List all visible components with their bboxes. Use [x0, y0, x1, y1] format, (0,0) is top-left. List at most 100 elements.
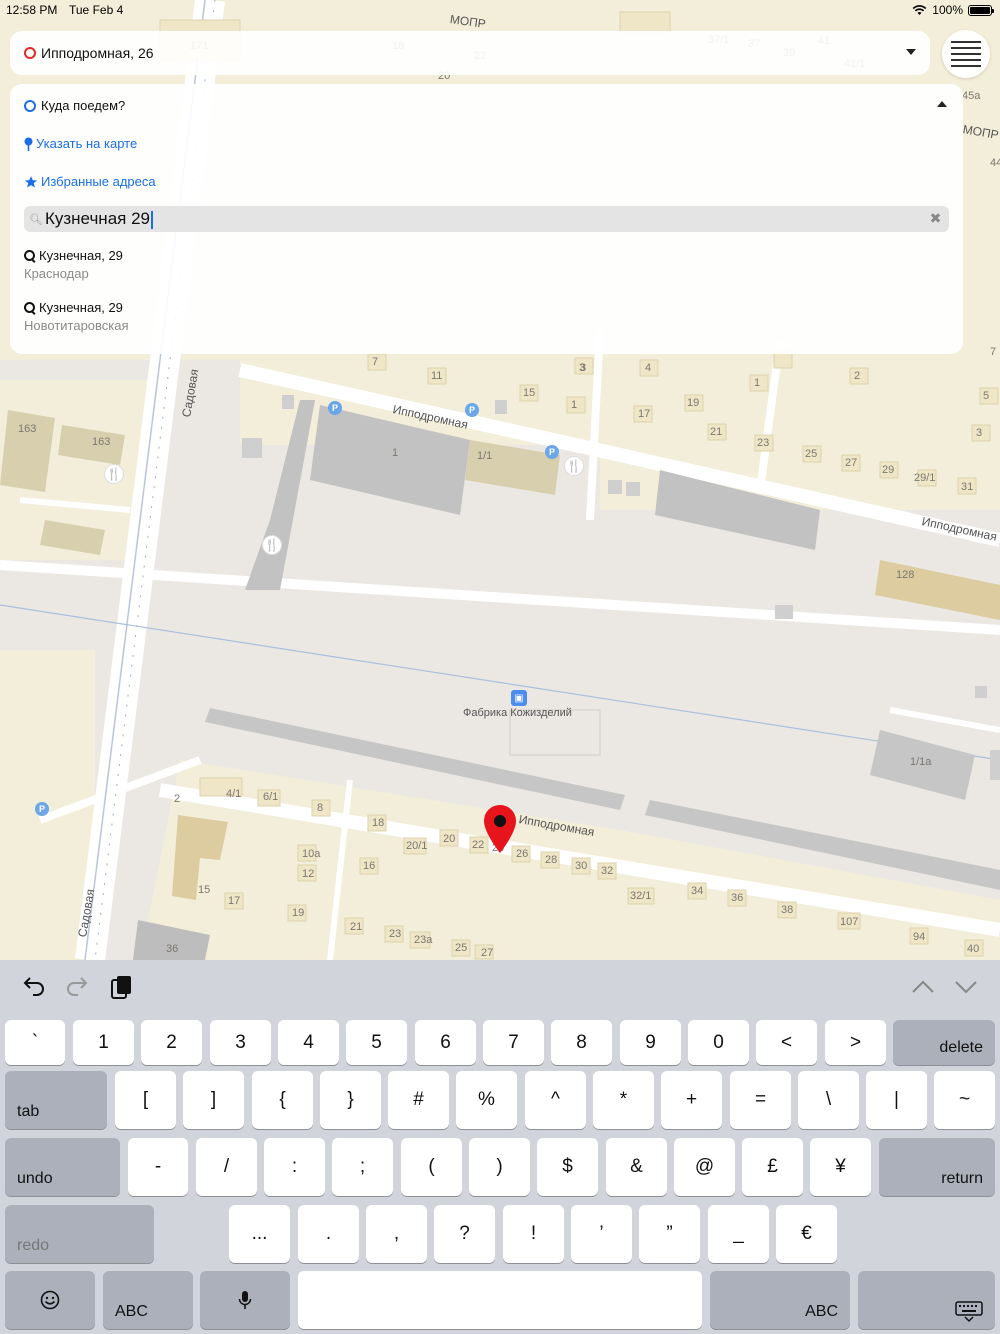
restaurant-icon[interactable]: 🍴: [104, 464, 124, 484]
key-4[interactable]: 4: [278, 1020, 339, 1065]
bus-stop-icon[interactable]: ▣: [511, 690, 527, 706]
key-percent[interactable]: %: [456, 1071, 517, 1129]
key-dollar[interactable]: $: [537, 1138, 598, 1196]
key-colon[interactable]: :: [264, 1138, 325, 1196]
key-period[interactable]: .: [298, 1205, 359, 1263]
key-7[interactable]: 7: [483, 1020, 544, 1065]
house-number-label: 36: [731, 892, 744, 904]
key-exclamation[interactable]: !: [503, 1205, 564, 1263]
house-number-label: 21: [710, 426, 723, 438]
key-open-paren[interactable]: (: [401, 1138, 462, 1196]
key-pound[interactable]: £: [742, 1138, 803, 1196]
key-underscore[interactable]: _: [708, 1205, 769, 1263]
parking-icon[interactable]: P: [35, 802, 49, 816]
house-number-label: 19: [687, 397, 700, 409]
search-field[interactable]: 🔍︎ Кузнечная 29 ✖: [24, 206, 949, 232]
parking-icon[interactable]: P: [328, 401, 342, 415]
house-number-label: 20/1: [406, 840, 428, 852]
key-asterisk[interactable]: *: [593, 1071, 654, 1129]
key-minus[interactable]: -: [128, 1138, 188, 1196]
key-euro[interactable]: €: [776, 1205, 837, 1263]
house-number-label: 7: [372, 356, 379, 368]
key-close-brace[interactable]: }: [320, 1071, 381, 1129]
pin-on-map-link[interactable]: Указать на карте: [24, 136, 137, 151]
clear-icon[interactable]: ✖: [928, 211, 943, 226]
chevron-up-icon[interactable]: [937, 101, 947, 107]
house-number-label: 2: [854, 370, 861, 382]
chevron-down-icon[interactable]: [906, 49, 916, 55]
key-open-brace[interactable]: {: [252, 1071, 313, 1129]
house-number-label: 20: [443, 833, 456, 845]
house-number-label: 15: [523, 387, 536, 399]
key-yen[interactable]: ¥: [810, 1138, 871, 1196]
search-result-item[interactable]: Кузнечная, 29 Новотитаровская: [24, 300, 129, 333]
redo-key[interactable]: redo: [5, 1205, 154, 1263]
key-pipe[interactable]: |: [866, 1071, 927, 1129]
key-question[interactable]: ?: [434, 1205, 495, 1263]
chevron-down-icon[interactable]: [955, 980, 977, 994]
space-key[interactable]: [298, 1271, 702, 1329]
key-0[interactable]: 0: [688, 1020, 749, 1065]
house-number-label: 29: [882, 464, 895, 476]
undo-key[interactable]: undo: [5, 1138, 120, 1196]
key-slash[interactable]: /: [196, 1138, 257, 1196]
menu-line: [951, 41, 981, 43]
key-tilde[interactable]: ~: [934, 1071, 995, 1129]
result-title: Кузнечная, 29: [39, 248, 123, 263]
key-3[interactable]: 3: [210, 1020, 271, 1065]
abc-key-right[interactable]: ABC: [710, 1271, 850, 1329]
parking-icon[interactable]: P: [545, 445, 559, 459]
return-key[interactable]: return: [879, 1138, 995, 1196]
key-apostrophe[interactable]: ’: [571, 1205, 632, 1263]
emoji-key[interactable]: [5, 1271, 95, 1329]
key-quote[interactable]: ”: [639, 1205, 700, 1263]
house-number-label: 19: [292, 907, 305, 919]
key-less-than[interactable]: <: [756, 1020, 817, 1065]
key-at[interactable]: @: [674, 1138, 735, 1196]
key-plus[interactable]: +: [661, 1071, 722, 1129]
key-1[interactable]: 1: [73, 1020, 134, 1065]
abc-key-left[interactable]: ABC: [103, 1271, 193, 1329]
key-greater-than[interactable]: >: [825, 1020, 886, 1065]
key-open-bracket[interactable]: [: [115, 1071, 176, 1129]
search-result-item[interactable]: Кузнечная, 29 Краснодар: [24, 248, 123, 281]
key-8[interactable]: 8: [551, 1020, 612, 1065]
house-number-label: 44: [990, 157, 1000, 169]
dictation-key[interactable]: [200, 1271, 290, 1329]
key-ellipsis[interactable]: ...: [229, 1205, 290, 1263]
tab-key[interactable]: tab: [5, 1071, 107, 1129]
paste-icon[interactable]: [110, 974, 132, 1000]
key-close-bracket[interactable]: ]: [183, 1071, 244, 1129]
delete-key[interactable]: delete: [893, 1020, 995, 1065]
key-backslash[interactable]: \: [798, 1071, 859, 1129]
house-number-label: 15: [198, 884, 211, 896]
key-semicolon[interactable]: ;: [332, 1138, 393, 1196]
key-close-paren[interactable]: ): [469, 1138, 530, 1196]
key-comma[interactable]: ,: [366, 1205, 427, 1263]
key-5[interactable]: 5: [346, 1020, 407, 1065]
key-backtick[interactable]: `: [5, 1020, 65, 1065]
origin-selector[interactable]: Ипподромная, 26: [10, 31, 930, 75]
key-9[interactable]: 9: [620, 1020, 681, 1065]
key-2[interactable]: 2: [141, 1020, 202, 1065]
chevron-up-icon[interactable]: [912, 980, 934, 994]
menu-button[interactable]: [942, 30, 990, 78]
parking-icon[interactable]: P: [465, 403, 479, 417]
key-equals[interactable]: =: [730, 1071, 791, 1129]
restaurant-icon[interactable]: 🍴: [564, 456, 584, 476]
key-ampersand[interactable]: &: [606, 1138, 667, 1196]
favorites-link[interactable]: Избранные адреса: [24, 174, 156, 189]
house-number-label: 38: [781, 904, 794, 916]
redo-icon[interactable]: [66, 974, 88, 996]
search-input[interactable]: Кузнечная 29: [45, 209, 905, 229]
origin-address: Ипподромная, 26: [41, 45, 154, 61]
key-hash[interactable]: #: [388, 1071, 449, 1129]
location-pin-icon[interactable]: [483, 804, 517, 854]
cafe-icon[interactable]: 🍴: [262, 535, 282, 555]
hide-keyboard-key[interactable]: [858, 1271, 995, 1329]
undo-icon[interactable]: [23, 974, 45, 996]
key-caret[interactable]: ^: [525, 1071, 586, 1129]
key-6[interactable]: 6: [415, 1020, 476, 1065]
origin-marker-icon: [24, 47, 36, 59]
destination-selector[interactable]: Куда поедем?: [24, 98, 125, 113]
